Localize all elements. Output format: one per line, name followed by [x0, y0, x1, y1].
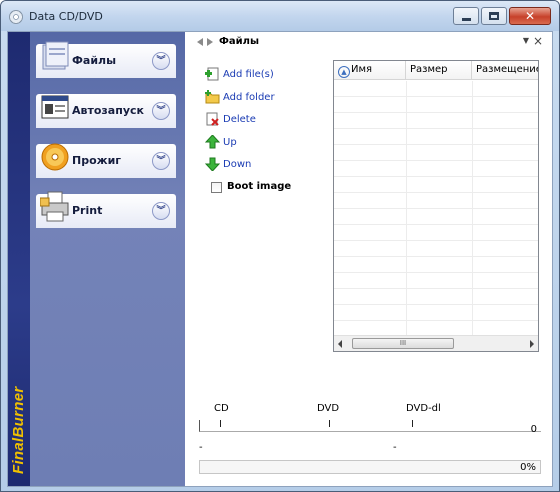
panel-close-icon[interactable]: ×	[533, 34, 543, 48]
scroll-right-icon[interactable]	[530, 340, 534, 348]
dvd-tick	[329, 420, 330, 427]
boot-image-checkbox[interactable]	[211, 181, 222, 193]
title-bar[interactable]: Data CD/DVD ✕	[1, 1, 559, 31]
file-list[interactable]: ▲ Имя Размер Размещение III	[333, 60, 539, 352]
move-down-action[interactable]: Down	[205, 156, 325, 179]
brand-strip: FinalBurner	[8, 32, 30, 486]
delete-icon	[206, 112, 219, 126]
files-icon	[42, 41, 69, 70]
action-label: Delete	[223, 114, 256, 125]
action-label: Up	[223, 136, 237, 148]
action-list: Add file(s) Add folder Delete Up Down Bo…	[205, 66, 325, 197]
group-label: Файлы	[72, 54, 117, 67]
column-size[interactable]: Размер	[406, 61, 472, 80]
progress-bar: 0%	[199, 460, 541, 474]
file-list-header: ▲ Имя Размер Размещение	[334, 61, 538, 80]
horizontal-scrollbar[interactable]: III	[334, 335, 538, 351]
chevron-down-icon[interactable]: ︾	[152, 102, 170, 120]
status-middle: -	[393, 442, 397, 453]
action-label: Add file(s)	[223, 69, 274, 80]
files-panel: Файлы ▼ × Add file(s) Add folder Delete …	[185, 32, 552, 486]
group-label: Автозапуск	[72, 104, 144, 117]
column-name[interactable]: ▲ Имя	[334, 61, 406, 80]
action-label: Down	[223, 159, 252, 170]
delete-action[interactable]: Delete	[205, 111, 325, 134]
scroll-left-icon[interactable]	[338, 340, 342, 348]
progress-text: 0%	[520, 462, 536, 473]
window-title: Data CD/DVD	[29, 10, 103, 23]
close-button[interactable]: ✕	[509, 7, 551, 25]
maximize-icon	[489, 12, 499, 20]
boot-image-option[interactable]: Boot image	[205, 179, 325, 197]
client-area: FinalBurner Файлы ︾ Автозапуск ︾ Прожиг …	[7, 31, 553, 487]
dvd-marker-label: DVD	[317, 403, 340, 414]
minimize-icon	[461, 17, 471, 21]
column-label: Размещение	[476, 64, 538, 75]
sort-up-icon: ▲	[338, 66, 350, 78]
disc-icon	[9, 10, 23, 24]
add-files-action[interactable]: Add file(s)	[205, 66, 325, 89]
move-up-action[interactable]: Up	[205, 134, 325, 157]
chevron-down-icon[interactable]: ︾	[152, 202, 170, 220]
column-label: Размер	[410, 64, 448, 75]
maximize-button[interactable]	[481, 7, 507, 25]
capacity-meter: CD DVD DVD-dl 0 - - 0%	[199, 402, 541, 482]
scrollbar-thumb[interactable]: III	[352, 338, 454, 349]
group-autorun[interactable]: Автозапуск ︾	[36, 94, 176, 128]
panel-title: Файлы	[219, 36, 260, 47]
add-folder-action[interactable]: Add folder	[205, 89, 325, 112]
column-location[interactable]: Размещение	[472, 61, 538, 80]
action-label: Add folder	[223, 91, 275, 103]
dvd-dl-tick	[412, 420, 413, 427]
chevron-down-icon[interactable]: ︾	[152, 52, 170, 70]
group-label: Print	[72, 204, 103, 217]
task-pane: FinalBurner Файлы ︾ Автозапуск ︾ Прожиг …	[8, 32, 185, 486]
app-window: Data CD/DVD ✕ FinalBurner Файлы ︾ Автоза…	[0, 0, 560, 492]
capacity-size-value: 0	[530, 424, 537, 435]
down-arrow-icon	[205, 157, 220, 171]
file-list-rows	[334, 81, 538, 335]
panel-menu-icon[interactable]: ▼	[523, 36, 529, 45]
group-label: Прожиг	[72, 154, 122, 167]
panel-header: Файлы ▼ ×	[195, 34, 547, 52]
dvd-dl-marker-label: DVD-dl	[406, 403, 441, 414]
forward-arrow-icon[interactable]	[207, 38, 213, 46]
add-file-icon	[205, 67, 219, 81]
close-icon: ✕	[524, 9, 536, 23]
chevron-down-icon[interactable]: ︾	[152, 152, 170, 170]
cd-tick	[220, 420, 221, 427]
capacity-axis	[199, 420, 541, 432]
minimize-button[interactable]	[453, 7, 479, 25]
cd-marker-label: CD	[214, 403, 229, 414]
column-label: Имя	[351, 64, 373, 75]
brand-logo: FinalBurner	[10, 386, 27, 474]
status-left: -	[199, 442, 203, 453]
autorun-icon	[41, 95, 69, 119]
up-arrow-icon	[205, 134, 220, 148]
group-files[interactable]: Файлы ︾	[36, 41, 176, 78]
group-print[interactable]: Print ︾	[36, 191, 176, 228]
group-burn[interactable]: Прожиг ︾	[36, 143, 176, 178]
add-folder-icon	[205, 89, 220, 103]
back-arrow-icon[interactable]	[197, 38, 203, 46]
printer-icon	[40, 191, 69, 222]
boot-image-label: Boot image	[227, 180, 292, 192]
burn-disc-icon	[41, 143, 69, 171]
